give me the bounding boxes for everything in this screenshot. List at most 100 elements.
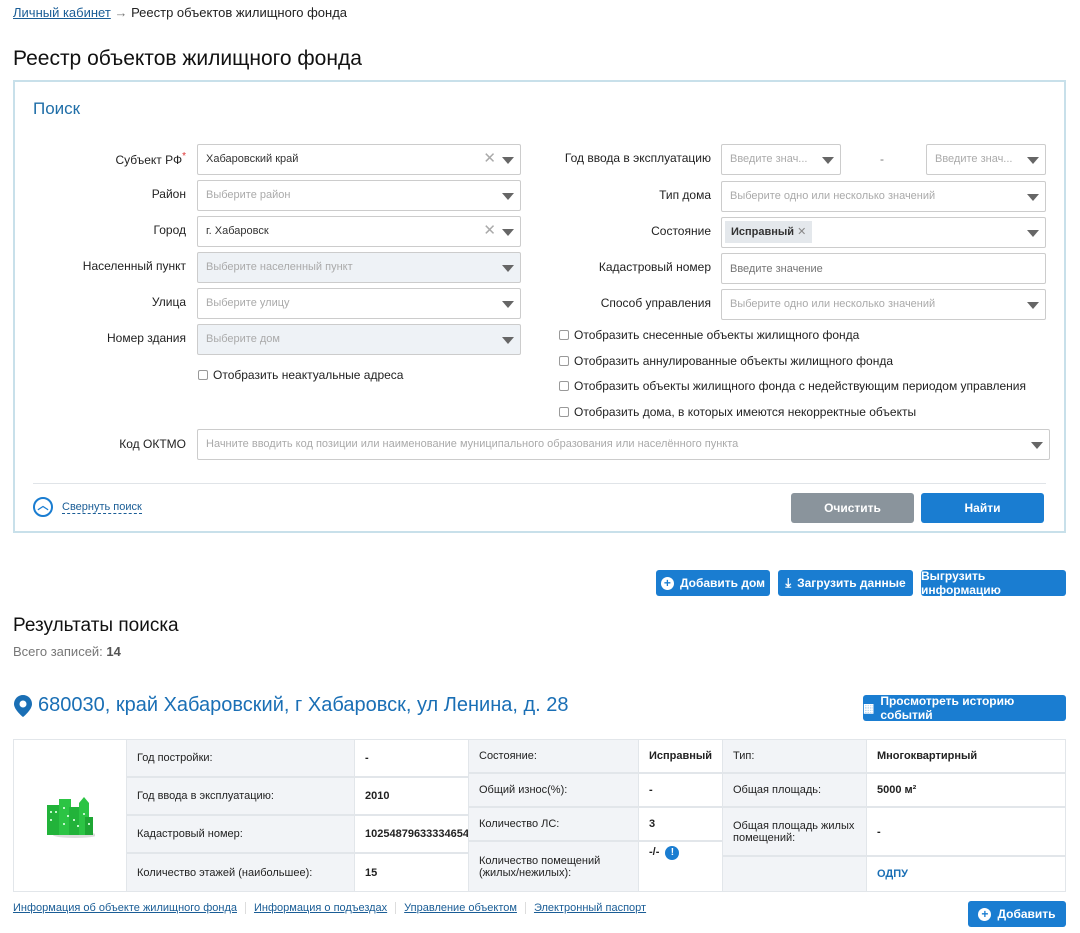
chevron-down-icon[interactable] xyxy=(1027,302,1039,309)
building-icon xyxy=(47,796,95,838)
find-button[interactable]: Найти xyxy=(921,493,1044,523)
electronic-passport-link[interactable]: Электронный паспорт xyxy=(526,902,654,914)
collapse-search-link[interactable]: Свернуть поиск xyxy=(62,501,142,514)
show-incorrect-checkbox[interactable]: Отобразить дома, в которых имеются некор… xyxy=(559,405,916,419)
collapse-search[interactable]: ︿ Свернуть поиск xyxy=(33,497,142,517)
show-inactive-management-checkbox[interactable]: Отобразить объекты жилищного фонда с нед… xyxy=(559,379,1026,393)
year-to-placeholder: Введите знач... xyxy=(935,153,1013,165)
street-label: Улица xyxy=(151,295,186,309)
house-field-value-text: 10254879633334654 xyxy=(365,828,469,840)
oktmo-select[interactable]: Начните вводить код позиции или наименов… xyxy=(197,429,1050,460)
state-label: Состояние xyxy=(651,224,711,238)
divider xyxy=(33,483,1046,484)
checkbox-label: Отобразить объекты жилищного фонда с нед… xyxy=(574,379,1027,393)
house-field-value: 10254879633334654 xyxy=(355,815,469,853)
state-tag: Исправный ✕ xyxy=(725,221,813,243)
calendar-icon: ▦ xyxy=(863,701,875,715)
state-select[interactable]: Исправный ✕ xyxy=(721,217,1046,248)
city-value: г. Хабаровск xyxy=(206,225,269,237)
cadastral-input[interactable] xyxy=(721,253,1046,284)
chevron-down-icon[interactable] xyxy=(502,301,514,308)
house-info-link[interactable]: Информация об объекте жилищного фонда xyxy=(13,902,246,914)
results-count-label: Всего записей: xyxy=(13,644,103,659)
chevron-down-icon[interactable] xyxy=(1031,442,1043,449)
chevron-down-icon[interactable] xyxy=(502,157,514,164)
house-type-select[interactable]: Выберите одно или несколько значений xyxy=(721,181,1046,212)
year-to-select[interactable]: Введите знач... xyxy=(926,144,1046,175)
chevron-down-icon xyxy=(502,265,514,272)
house-address[interactable]: 680030, край Хабаровский, г Хабаровск, у… xyxy=(14,694,569,717)
year-from-placeholder: Введите знач... xyxy=(730,153,808,165)
house-field-value: 15 xyxy=(355,853,469,892)
city-label: Город xyxy=(153,223,186,237)
house-address-text[interactable]: 680030, край Хабаровский, г Хабаровск, у… xyxy=(38,694,569,717)
house-field-value: Исправный xyxy=(639,739,723,773)
settlement-select[interactable]: Выберите населенный пункт xyxy=(197,252,521,283)
clear-button[interactable]: Очистить xyxy=(791,493,914,523)
view-history-label: Просмотреть историю событий xyxy=(880,694,1015,722)
oktmo-placeholder: Начните вводить код позиции или наименов… xyxy=(206,438,739,450)
subject-value: Хабаровский край xyxy=(206,153,299,165)
show-demolished-checkbox[interactable]: Отобразить снесенные объекты жилищного ф… xyxy=(559,328,859,342)
checkbox-box[interactable] xyxy=(559,330,569,340)
chevron-down-icon[interactable] xyxy=(822,157,834,164)
house-field-value: - xyxy=(355,739,469,777)
plus-circle-icon: + xyxy=(978,907,992,921)
checkbox-box[interactable] xyxy=(559,356,569,366)
map-pin-icon xyxy=(14,694,32,717)
house-type-placeholder: Выберите одно или несколько значений xyxy=(730,190,936,202)
district-label: Район xyxy=(151,187,186,201)
remove-tag-icon[interactable]: ✕ xyxy=(797,226,806,238)
year-dash: - xyxy=(880,152,884,166)
house-type-label: Тип дома xyxy=(659,188,711,202)
district-select[interactable]: Выберите район xyxy=(197,180,521,211)
export-info-button[interactable]: Выгрузить информацию xyxy=(921,569,1066,597)
breadcrumb-home-link[interactable]: Личный кабинет xyxy=(13,5,111,20)
chevron-down-icon[interactable] xyxy=(1027,157,1039,164)
results-count-value: 14 xyxy=(106,644,121,659)
house-field-label: Общая площадь жилых помещений: xyxy=(723,807,867,856)
odpu-link[interactable]: ОДПУ xyxy=(877,868,908,880)
management-link[interactable]: Управление объектом xyxy=(396,902,526,914)
chevron-down-icon[interactable] xyxy=(502,229,514,236)
subject-select[interactable]: Хабаровский край ✕ xyxy=(197,144,521,175)
year-from-select[interactable]: Введите знач... xyxy=(721,144,841,175)
breadcrumb-separator: → xyxy=(114,5,128,20)
upload-data-button[interactable]: ⤓ Загрузить данные xyxy=(778,570,913,596)
add-house-button[interactable]: + Добавить дом xyxy=(656,570,770,596)
house-field-value[interactable]: ОДПУ xyxy=(867,856,1066,892)
show-irrelevant-checkbox[interactable]: Отобразить неактуальные адреса xyxy=(198,368,403,382)
district-placeholder: Выберите район xyxy=(206,189,291,201)
chevron-down-icon[interactable] xyxy=(1027,194,1039,201)
house-field-label: Общий износ(%): xyxy=(469,773,639,807)
house-field-label: Количество ЛС: xyxy=(469,807,639,841)
street-select[interactable]: Выберите улицу xyxy=(197,288,521,319)
add-label: Добавить xyxy=(997,907,1056,921)
checkbox-box[interactable] xyxy=(559,407,569,417)
view-history-button[interactable]: ▦ Просмотреть историю событий xyxy=(863,694,1066,722)
city-select[interactable]: г. Хабаровск ✕ xyxy=(197,216,521,247)
chevron-down-icon[interactable] xyxy=(502,193,514,200)
entrances-info-link[interactable]: Информация о подъездах xyxy=(246,902,397,914)
add-button[interactable]: + Добавить xyxy=(968,901,1066,927)
clear-icon[interactable]: ✕ xyxy=(483,151,496,167)
chevron-down-icon[interactable] xyxy=(1027,230,1039,237)
show-cancelled-checkbox[interactable]: Отобразить аннулированные объекты жилищн… xyxy=(559,354,893,368)
house-field-value-text: - xyxy=(877,825,881,838)
house-field-value-text: Многоквартирный xyxy=(877,750,978,762)
chevron-up-icon[interactable]: ︿ xyxy=(33,497,53,517)
checkbox-box[interactable] xyxy=(198,370,208,380)
year-label: Год ввода в эксплуатацию xyxy=(564,151,711,165)
checkbox-box[interactable] xyxy=(559,381,569,391)
building-label: Номер здания xyxy=(106,331,186,345)
add-house-label: Добавить дом xyxy=(679,576,766,590)
info-icon[interactable]: ! xyxy=(665,846,680,860)
house-field-value-text: -/- xyxy=(649,846,660,858)
clear-icon[interactable]: ✕ xyxy=(483,223,496,239)
oktmo-label: Код ОКТМО xyxy=(119,437,186,451)
building-select[interactable]: Выберите дом xyxy=(197,324,521,355)
house-field-value: - xyxy=(867,807,1066,856)
checkbox-label: Отобразить снесенные объекты жилищного ф… xyxy=(574,328,860,342)
search-title: Поиск xyxy=(33,99,81,118)
management-select[interactable]: Выберите одно или несколько значений xyxy=(721,289,1046,320)
